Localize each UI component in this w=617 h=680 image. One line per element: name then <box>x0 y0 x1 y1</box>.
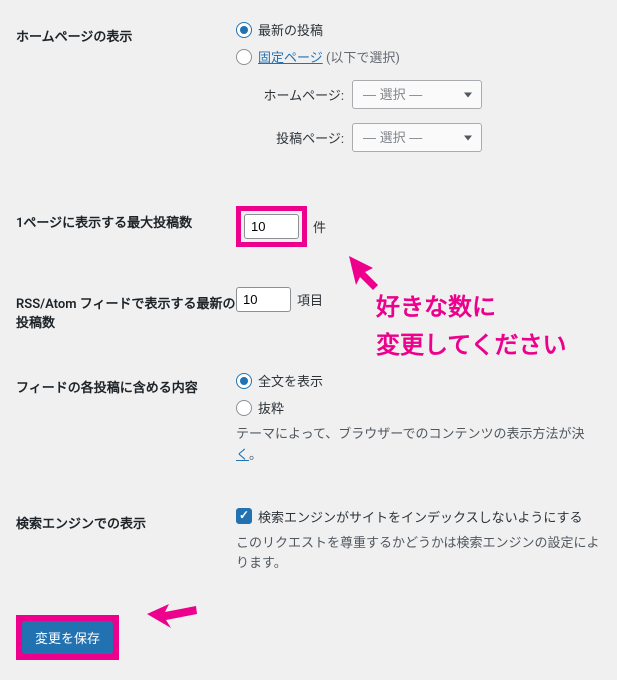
search-engine-row: 検索エンジンでの表示 検索エンジンがサイトをインデックスしないようにする このリ… <box>16 507 601 576</box>
homepage-display-label: ホームページの表示 <box>16 20 236 45</box>
submit-highlight: 変更を保存 <box>16 615 119 660</box>
posts-page-sub-label: 投稿ページ: <box>260 128 344 147</box>
latest-posts-radio[interactable] <box>236 22 252 38</box>
radio-item-static[interactable]: 固定ページ (以下で選択) <box>236 47 601 66</box>
rss-count-row: RSS/Atom フィードで表示する最新の投稿数 項目 <box>16 287 601 331</box>
posts-per-page-content: 件 <box>236 206 601 247</box>
feed-content-label: フィードの各投稿に含める内容 <box>16 371 236 396</box>
rss-count-unit: 項目 <box>297 290 323 309</box>
fulltext-label: 全文を表示 <box>258 371 323 390</box>
summary-radio[interactable] <box>236 400 252 416</box>
latest-posts-label: 最新の投稿 <box>258 20 323 39</box>
static-page-radio[interactable] <box>236 49 252 65</box>
feed-desc-link[interactable]: く <box>236 448 249 463</box>
search-engine-checkbox-label: 検索エンジンがサイトをインデックスしないようにする <box>258 507 582 526</box>
posts-per-page-label: 1ページに表示する最大投稿数 <box>16 206 236 231</box>
rss-count-input[interactable] <box>236 287 291 312</box>
rss-count-label: RSS/Atom フィードで表示する最新の投稿数 <box>16 287 236 331</box>
radio-item-latest[interactable]: 最新の投稿 <box>236 20 601 39</box>
fulltext-radio[interactable] <box>236 373 252 389</box>
feed-content-content: 全文を表示 抜粋 テーマによって、ブラウザーでのコンテンツの表示方法が決 く。 <box>236 371 601 467</box>
rss-count-content: 項目 <box>236 287 601 312</box>
summary-label: 抜粋 <box>258 398 284 417</box>
feed-content-row: フィードの各投稿に含める内容 全文を表示 抜粋 テーマによって、ブラウザーでのコ… <box>16 371 601 467</box>
save-button[interactable]: 変更を保存 <box>22 621 113 654</box>
search-engine-desc: このリクエストを尊重するかどうかは検索エンジンの設定によります。 <box>236 534 601 576</box>
posts-page-select[interactable]: — 選択 — <box>352 123 482 152</box>
homepage-select-row: ホームページ: — 選択 — <box>236 80 601 109</box>
search-engine-checkbox-item[interactable]: 検索エンジンがサイトをインデックスしないようにする <box>236 507 601 526</box>
homepage-display-row: ホームページの表示 最新の投稿 固定ページ (以下で選択) ホームページ: <box>16 20 601 166</box>
posts-page-select-row: 投稿ページ: — 選択 — <box>236 123 601 152</box>
homepage-select-wrap: — 選択 — <box>352 80 482 109</box>
radio-item-fulltext[interactable]: 全文を表示 <box>236 371 601 390</box>
search-engine-checkbox[interactable] <box>236 508 252 524</box>
submit-wrap: 変更を保存 <box>16 615 601 660</box>
radio-item-summary[interactable]: 抜粋 <box>236 398 601 417</box>
search-engine-label: 検索エンジンでの表示 <box>16 507 236 532</box>
homepage-sub-label: ホームページ: <box>260 85 344 104</box>
homepage-display-content: 最新の投稿 固定ページ (以下で選択) ホームページ: — 選択 — <box>236 20 601 166</box>
posts-per-page-input[interactable] <box>244 214 299 239</box>
posts-per-page-highlight <box>236 206 307 247</box>
homepage-select[interactable]: — 選択 — <box>352 80 482 109</box>
static-page-suffix: (以下で選択) <box>326 51 400 66</box>
posts-per-page-row: 1ページに表示する最大投稿数 件 <box>16 206 601 247</box>
posts-per-page-unit: 件 <box>313 217 326 236</box>
posts-page-select-wrap: — 選択 — <box>352 123 482 152</box>
feed-description: テーマによって、ブラウザーでのコンテンツの表示方法が決 く。 <box>236 425 601 467</box>
homepage-radio-group: 最新の投稿 固定ページ (以下で選択) <box>236 20 601 66</box>
search-engine-content: 検索エンジンがサイトをインデックスしないようにする このリクエストを尊重するかど… <box>236 507 601 576</box>
static-page-link[interactable]: 固定ページ <box>258 51 323 66</box>
